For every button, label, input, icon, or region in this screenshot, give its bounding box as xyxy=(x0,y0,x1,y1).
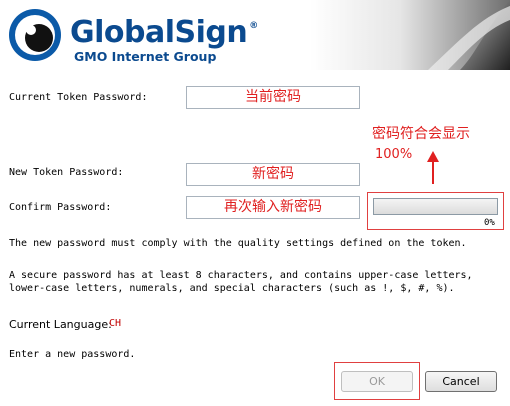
new-password-value: 新密码 xyxy=(252,166,294,182)
registered-mark: ® xyxy=(249,21,258,31)
brand-name: GlobalSign ® xyxy=(70,15,258,50)
confirm-password-field[interactable]: 再次输入新密码 xyxy=(186,196,360,219)
password-quality-percent: 0% xyxy=(484,218,495,228)
current-language-value: CH xyxy=(109,318,122,329)
status-text: Enter a new password. xyxy=(9,349,136,360)
quality-notice-text: The new password must comply with the qu… xyxy=(9,238,467,249)
header-banner: GlobalSign ® GMO Internet Group xyxy=(0,0,510,70)
secure-password-line2: lower-case letters, numerals, and specia… xyxy=(9,283,455,294)
current-language-label: Current Language: xyxy=(9,318,112,331)
confirm-password-value: 再次输入新密码 xyxy=(224,199,322,215)
ok-button[interactable]: OK xyxy=(341,371,413,392)
new-password-field[interactable]: 新密码 xyxy=(186,163,360,186)
brand-subtitle: GMO Internet Group xyxy=(74,49,217,64)
globalsign-logo-icon xyxy=(9,9,61,61)
confirm-password-label: Confirm Password: xyxy=(9,202,112,213)
current-password-label: Current Token Password: xyxy=(9,92,148,103)
annotation-line1: 密码符合会显示 xyxy=(372,126,470,142)
password-quality-bar xyxy=(373,198,498,215)
current-password-value: 当前密码 xyxy=(245,89,301,105)
secure-password-line1: A secure password has at least 8 charact… xyxy=(9,270,473,281)
annotation-line2: 100% xyxy=(375,147,413,162)
cancel-button[interactable]: Cancel xyxy=(425,371,497,392)
header-decoration xyxy=(310,0,510,70)
current-password-field[interactable]: 当前密码 xyxy=(186,86,360,109)
annotation-arrow-icon xyxy=(427,151,439,184)
new-password-label: New Token Password: xyxy=(9,167,124,178)
